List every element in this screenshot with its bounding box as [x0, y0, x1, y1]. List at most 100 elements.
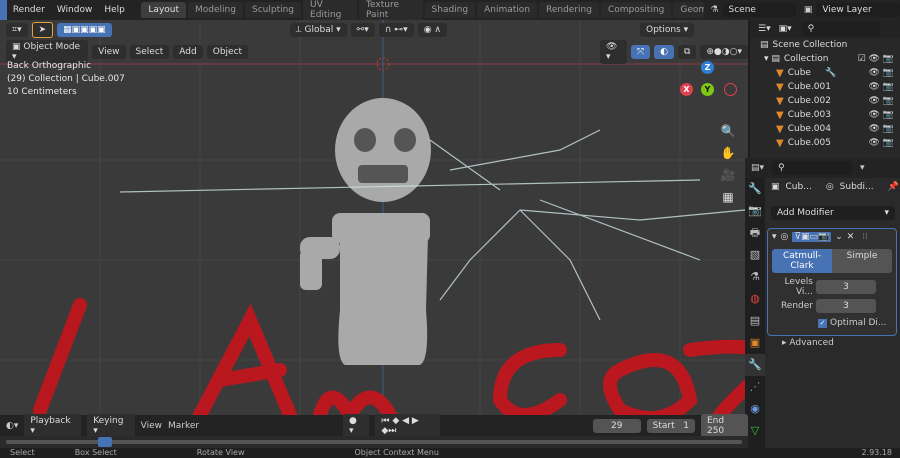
visibility-icon[interactable]: 👁▾	[600, 40, 627, 64]
shading-modes[interactable]: ⊕●◑○▾	[700, 45, 748, 59]
eye-camera-icons[interactable]: 👁 📷	[869, 110, 895, 120]
playback-controls[interactable]: ⏮ ◆ ◀ ▶ ◆⏭	[375, 413, 440, 438]
proportional-edit-icon[interactable]: ◉ ∧	[417, 23, 447, 37]
pan-hand-icon[interactable]: ✋	[718, 142, 738, 164]
toggle-buttons[interactable]: ⊽▣▭📷	[792, 232, 832, 242]
eye-camera-icons[interactable]: 👁 📷	[869, 82, 895, 92]
gizmo-z[interactable]: Z	[701, 61, 714, 74]
menu-window[interactable]: Window	[51, 5, 99, 15]
playback-menu[interactable]: Playback ▾	[24, 413, 82, 438]
pivot-icon[interactable]: ⚯▾	[350, 23, 375, 37]
list-item[interactable]: ▼ Cube.002 👁 📷	[750, 94, 900, 108]
list-item[interactable]: ▼ Cube.003 👁 📷	[750, 108, 900, 122]
menu-view[interactable]: View	[92, 45, 126, 59]
snap-icon[interactable]: ∩ ⊷▾	[378, 23, 414, 37]
xray-icon[interactable]: ⧉	[677, 45, 697, 59]
select-mode-buttons[interactable]: ▦▣▣▣▣	[57, 23, 112, 37]
dropdown-icon[interactable]: ⌄	[835, 232, 843, 242]
view-layer-tab-icon[interactable]: ▧	[745, 244, 765, 266]
timeline-scrubber[interactable]	[0, 436, 748, 448]
advanced-subpanel[interactable]: ▸ Advanced	[782, 338, 896, 348]
scene-tab-icon[interactable]: ⚗	[745, 266, 765, 288]
gizmo-x[interactable]: X	[680, 83, 693, 96]
tab-layout[interactable]: Layout	[141, 2, 187, 18]
menu-help[interactable]: Help	[98, 5, 131, 15]
grid-view-icon[interactable]: ▦	[718, 186, 738, 208]
eye-camera-icons[interactable]: 👁 📷	[869, 124, 895, 134]
tab-animation[interactable]: Animation	[477, 2, 537, 18]
levels-field[interactable]: 3	[816, 280, 876, 294]
tab-rendering[interactable]: Rendering	[538, 2, 599, 18]
eye-camera-icons[interactable]: 👁 📷	[869, 96, 895, 106]
3d-viewport[interactable]: ⌗▾ ➤ ▦▣▣▣▣ ⟂ Global ▾ ⚯▾ ∩ ⊷▾ ◉ ∧ Option…	[0, 20, 748, 415]
modifier-name[interactable]: Subdi...	[840, 182, 874, 192]
output-tab-icon[interactable]: 🖶	[745, 222, 765, 244]
optimal-display-checkbox[interactable]: ✓	[818, 318, 827, 328]
editor-type-icon[interactable]: ◐▾	[6, 421, 18, 431]
menu-render[interactable]: Render	[7, 5, 51, 15]
simple-button[interactable]: Simple	[832, 249, 892, 273]
tab-modeling[interactable]: Modeling	[188, 2, 243, 18]
pin-icon[interactable]: 📌	[888, 182, 899, 192]
filter-icon[interactable]: ▣▾	[779, 24, 792, 34]
object-name[interactable]: Cub...	[786, 182, 812, 192]
menu-marker[interactable]: Marker	[168, 421, 199, 431]
catmull-clark-button[interactable]: Catmull-Clark	[772, 249, 832, 273]
data-tab-icon[interactable]: ▽	[745, 420, 765, 442]
object-tab-icon[interactable]: ▣	[745, 332, 765, 354]
drag-handle-icon[interactable]: ⁞⁞	[862, 232, 868, 242]
collection-tab-icon[interactable]: ▤	[745, 310, 765, 332]
zoom-icon[interactable]: 🔍	[718, 120, 738, 142]
scene-field[interactable]: Scene	[722, 3, 796, 17]
gizmo-toggle-icon[interactable]: ⤧	[630, 45, 651, 59]
physics-tab-icon[interactable]: ◉	[745, 398, 765, 420]
visibility-controls[interactable]: ☑ 👁 📷	[858, 54, 894, 64]
scene-collection-row[interactable]: ▤ Scene Collection	[750, 38, 900, 52]
menu-object[interactable]: Object	[206, 45, 249, 59]
playhead[interactable]	[98, 437, 112, 447]
tab-shading[interactable]: Shading	[424, 2, 476, 18]
menu-view[interactable]: View	[141, 421, 162, 431]
list-item[interactable]: ▼ Cube.001 👁 📷	[750, 80, 900, 94]
end-frame-field[interactable]: End 250	[700, 413, 748, 438]
view-layer-icon[interactable]: ▣	[804, 5, 813, 15]
current-frame-field[interactable]: 29	[592, 418, 641, 433]
eye-camera-icons[interactable]: 👁 📷	[869, 138, 895, 148]
scene-icon[interactable]: ⚗	[710, 5, 718, 15]
view-layer-field[interactable]: View Layer	[816, 3, 900, 17]
collapse-icon[interactable]: ▾	[860, 163, 865, 173]
list-item[interactable]: ▼ Cube.004 👁 📷	[750, 122, 900, 136]
tab-geometry-nodes[interactable]: Geome	[673, 2, 705, 18]
select-tool-button[interactable]: ➤	[31, 22, 54, 38]
gizmo-neg-x[interactable]	[724, 83, 737, 96]
tool-settings-icon[interactable]: ⌗▾	[6, 23, 28, 37]
world-tab-icon[interactable]: ◍	[745, 288, 765, 310]
properties-search-input[interactable]: ⚲	[772, 161, 853, 175]
gizmo-y[interactable]: Y	[701, 83, 714, 96]
close-icon[interactable]: ✕	[847, 232, 855, 242]
transform-orientation-dropdown[interactable]: ⟂ Global ▾	[289, 23, 347, 37]
render-levels-field[interactable]: 3	[816, 299, 876, 313]
menu-select[interactable]: Select	[129, 45, 170, 59]
render-tab-icon[interactable]: 📷	[745, 200, 765, 222]
overlay-toggle-icon[interactable]: ◐	[654, 45, 674, 59]
auto-keying-button[interactable]: ● ▾	[343, 413, 370, 438]
display-mode-icon[interactable]: ☰▾	[758, 24, 771, 34]
collection-row[interactable]: ▾ ▤ Collection ☑ 👁 📷	[750, 52, 900, 66]
expand-icon[interactable]: ▾	[772, 232, 777, 242]
tab-compositing[interactable]: Compositing	[600, 2, 672, 18]
menu-add[interactable]: Add	[173, 45, 203, 59]
keying-menu[interactable]: Keying ▾	[87, 413, 135, 438]
add-modifier-dropdown[interactable]: Add Modifier ▾	[771, 206, 895, 220]
camera-icon[interactable]: 🎥	[718, 164, 738, 186]
eye-camera-icons[interactable]: 👁 📷	[869, 68, 895, 78]
tab-sculpting[interactable]: Sculpting	[244, 2, 302, 18]
tool-tab-icon[interactable]: 🔧	[745, 178, 765, 200]
outliner-search-input[interactable]: ⚲	[801, 22, 880, 36]
list-item[interactable]: ▼ Cube.005 👁 📷	[750, 136, 900, 150]
particles-tab-icon[interactable]: ⋰	[745, 376, 765, 398]
start-frame-field[interactable]: Start 1	[646, 418, 695, 433]
editor-type-icon[interactable]: ▤▾	[751, 163, 764, 173]
blender-menu-button[interactable]	[0, 0, 7, 20]
options-dropdown[interactable]: Options ▾	[640, 23, 695, 37]
